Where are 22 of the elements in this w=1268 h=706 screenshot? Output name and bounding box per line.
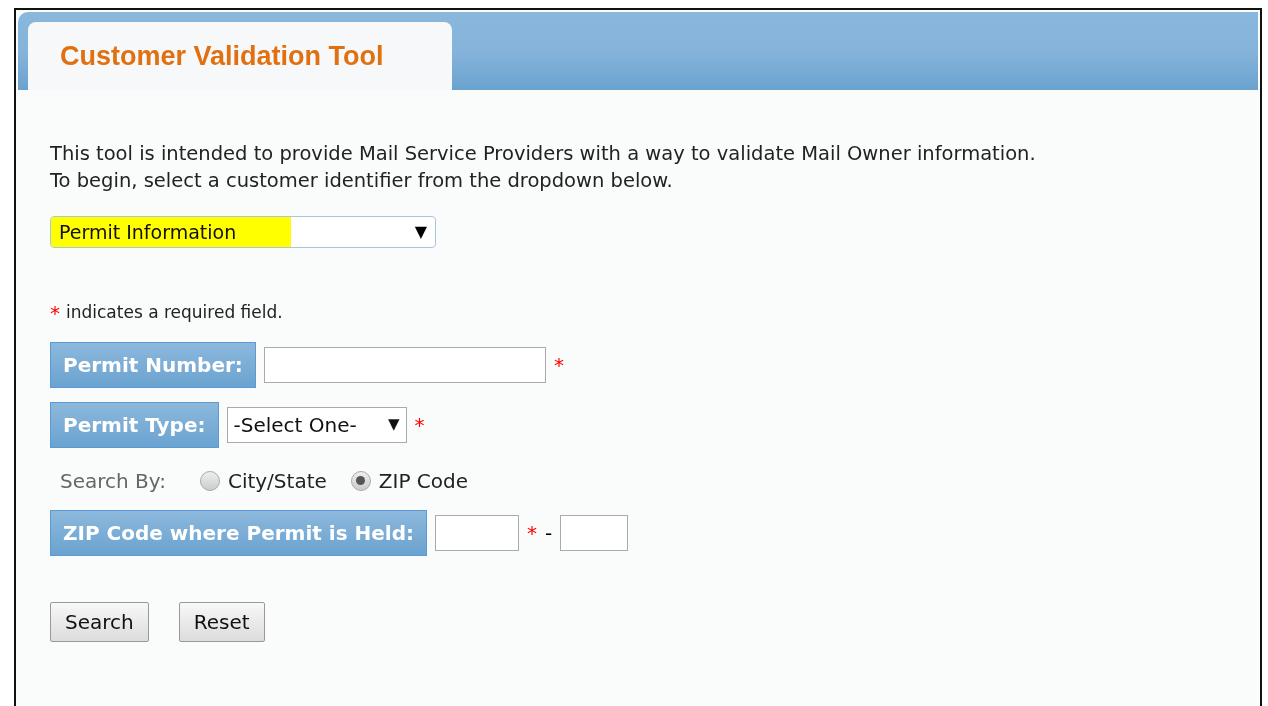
form-button[interactable]: Search xyxy=(50,601,149,642)
field-label: Permit Number: xyxy=(50,341,256,388)
select-dropdown[interactable]: -Select One- ▼ xyxy=(226,406,407,443)
required-note: indicates a required field. xyxy=(66,301,283,324)
zip-separator: - xyxy=(545,519,553,547)
field-label: Permit Type: xyxy=(50,401,219,448)
radio-label: City/State xyxy=(227,467,327,495)
text-input[interactable] xyxy=(263,346,546,383)
radio-button[interactable] xyxy=(350,470,371,491)
search-by-label: Search By: xyxy=(60,467,166,495)
required-mark: * xyxy=(527,522,537,543)
field-label: ZIP Code where Permit is Held: xyxy=(50,509,427,556)
zip-extension-input[interactable] xyxy=(560,514,629,551)
form-button[interactable]: Reset xyxy=(178,601,265,642)
required-mark: * xyxy=(414,414,425,435)
identifier-dropdown[interactable]: Permit Information ▼ xyxy=(50,216,436,248)
intro-text: This tool is intended to provide Mail Service Providers with a way to validate Mail Owner information. To begin, select a customer identifier from the dropdown below. xyxy=(50,141,1037,194)
radio-button[interactable] xyxy=(199,470,220,491)
required-mark: * xyxy=(553,354,564,375)
zip-input[interactable] xyxy=(435,514,519,551)
radio-label: ZIP Code xyxy=(378,467,469,495)
required-mark: * xyxy=(50,302,60,323)
